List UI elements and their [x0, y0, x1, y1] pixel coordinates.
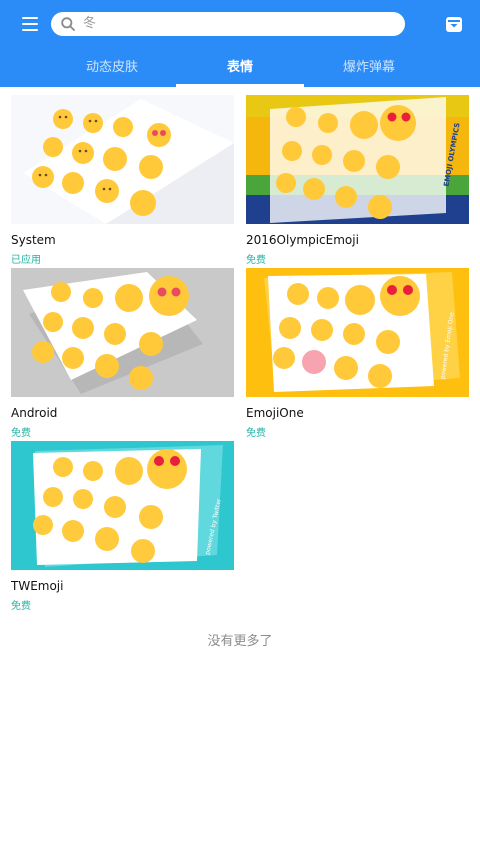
pack-status: 免费 — [11, 601, 31, 612]
search-icon — [61, 17, 75, 31]
search-bar[interactable]: 冬 — [51, 12, 405, 36]
pack-title: EmojiOne — [246, 406, 304, 420]
pack-title: Android — [11, 406, 58, 420]
pack-status: 免费 — [246, 255, 266, 266]
tab-danmaku[interactable]: 爆炸弹幕 — [305, 50, 433, 85]
pack-thumbnail — [11, 268, 234, 397]
store-icon[interactable] — [445, 15, 463, 33]
app-root: 冬 动态皮肤 表情 爆炸弹幕 System 已应用 EMOJI OLYMPICS… — [0, 0, 480, 853]
pack-title: System — [11, 233, 56, 247]
tab-emoji[interactable]: 表情 — [176, 50, 304, 85]
tab-bar: 动态皮肤 表情 爆炸弹幕 — [0, 50, 480, 87]
pack-status: 免费 — [11, 428, 31, 439]
pack-status: 已应用 — [11, 255, 41, 266]
pack-title: 2016OlympicEmoji — [246, 233, 359, 247]
pack-thumbnail — [11, 95, 234, 224]
tab-indicator — [176, 84, 304, 87]
menu-icon[interactable] — [20, 14, 42, 34]
pack-thumbnail: powered by Twitter — [11, 441, 234, 570]
pack-status: 免费 — [246, 428, 266, 439]
tab-dynamic-skin[interactable]: 动态皮肤 — [48, 50, 176, 85]
pack-thumbnail: powered by Emoji One — [246, 268, 469, 397]
pack-thumbnail: EMOJI OLYMPICS — [246, 95, 469, 224]
search-input[interactable]: 冬 — [83, 15, 96, 33]
pack-title: TWEmoji — [11, 579, 64, 593]
end-of-list-text: 没有更多了 — [207, 634, 273, 649]
top-bar: 冬 动态皮肤 表情 爆炸弹幕 — [0, 0, 480, 87]
